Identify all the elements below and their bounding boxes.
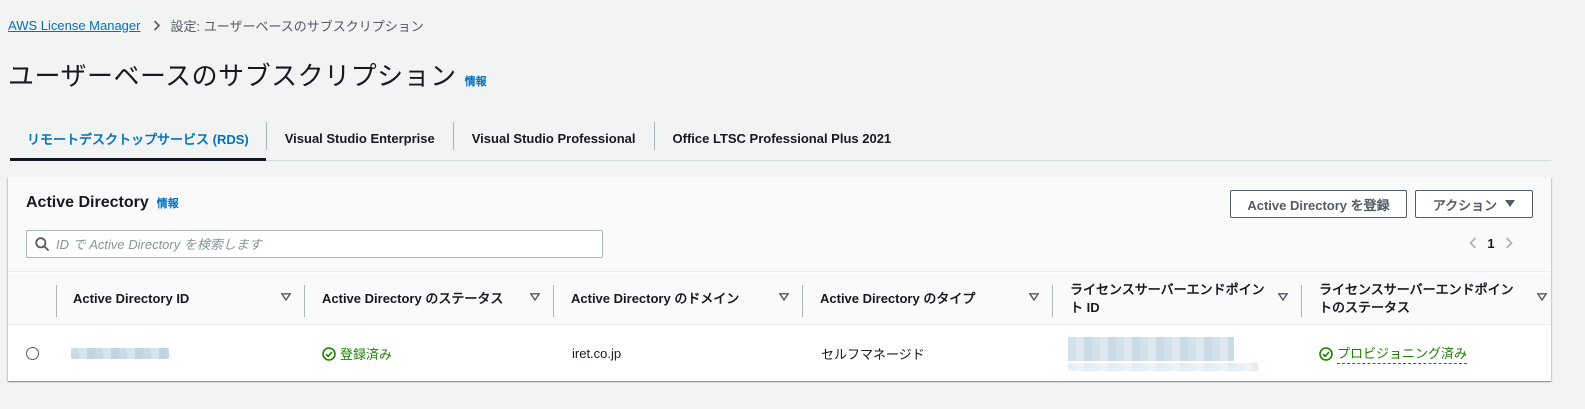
column-header-ad-domain[interactable]: Active Directory のドメイン: [571, 273, 803, 325]
page-header: ユーザーベースのサブスクリプション 情報: [8, 56, 487, 93]
row-select-cell: [26, 326, 39, 381]
column-header-endpoint-id[interactable]: ライセンスサーバーエンドポイント ID: [1070, 273, 1302, 325]
column-header-endpoint-status[interactable]: ライセンスサーバーエンドポイントのステータス: [1319, 273, 1551, 325]
check-circle-icon: [1319, 346, 1333, 361]
redacted-endpoint-id-line: [1068, 362, 1258, 371]
ad-status-cell: 登録済み: [322, 326, 392, 381]
panel-title-row: Active Directory 情報: [26, 194, 179, 212]
ad-id-cell: [71, 326, 169, 381]
row-radio-button[interactable]: [26, 347, 39, 360]
sort-icon[interactable]: [1537, 293, 1547, 301]
column-header-ad-type[interactable]: Active Directory のタイプ: [820, 273, 1053, 325]
sort-icon[interactable]: [779, 293, 789, 301]
breadcrumb: AWS License Manager 設定: ユーザーベースのサブスクリプショ…: [8, 16, 424, 34]
chevron-right-icon[interactable]: [1501, 237, 1517, 249]
tab-vs-professional[interactable]: Visual Studio Professional: [454, 117, 654, 160]
table-row[interactable]: 登録済み iret.co.jp セルフマネージド プロビジョニング済み: [8, 326, 1551, 381]
column-divider: [1052, 285, 1053, 317]
sort-icon[interactable]: [281, 293, 291, 301]
column-divider: [304, 285, 305, 317]
pagination: 1: [1465, 233, 1517, 253]
endpoint-status-text: プロビジョニング済み: [1337, 343, 1468, 364]
column-header-ad-id[interactable]: Active Directory ID: [73, 273, 305, 325]
actions-dropdown-button[interactable]: アクション: [1415, 190, 1533, 218]
check-circle-icon: [322, 346, 336, 361]
page-info-link[interactable]: 情報: [465, 73, 487, 89]
panel-title: Active Directory: [26, 194, 149, 211]
page-title: ユーザーベースのサブスクリプション: [8, 61, 457, 91]
sort-icon[interactable]: [530, 293, 540, 301]
tab-vs-enterprise[interactable]: Visual Studio Enterprise: [267, 117, 453, 160]
register-active-directory-button[interactable]: Active Directory を登録: [1230, 190, 1407, 218]
table-header: Active Directory ID Active Directory のステ…: [8, 273, 1551, 325]
tab-office-ltsc[interactable]: Office LTSC Professional Plus 2021: [655, 117, 910, 160]
search-icon: [35, 237, 49, 251]
sort-icon[interactable]: [1029, 293, 1039, 301]
endpoint-status-cell: プロビジョニング済み: [1319, 326, 1468, 381]
ad-domain-cell: iret.co.jp: [572, 346, 622, 361]
active-directory-panel: Active Directory 情報 Active Directory を登録…: [8, 177, 1551, 381]
search-field: [26, 230, 603, 258]
page-number[interactable]: 1: [1481, 236, 1501, 251]
breadcrumb-current: 設定: ユーザーベースのサブスクリプション: [170, 18, 424, 34]
tab-bar: リモートデスクトップサービス (RDS) Visual Studio Enter…: [10, 117, 1551, 161]
ad-status: 登録済み: [322, 344, 392, 363]
column-divider: [1301, 285, 1302, 317]
endpoint-id-cell: [1068, 326, 1258, 381]
ad-status-text: 登録済み: [340, 347, 393, 362]
chevron-right-icon: [153, 19, 161, 31]
column-header-ad-status[interactable]: Active Directory のステータス: [322, 273, 554, 325]
endpoint-status[interactable]: プロビジョニング済み: [1319, 343, 1468, 364]
search-input[interactable]: [56, 236, 576, 252]
sort-icon[interactable]: [1278, 293, 1288, 301]
redacted-ad-id: [71, 348, 169, 359]
panel-info-link[interactable]: 情報: [157, 195, 179, 211]
column-divider: [56, 285, 57, 317]
breadcrumb-root-link[interactable]: AWS License Manager: [8, 18, 140, 33]
chevron-left-icon[interactable]: [1465, 237, 1481, 249]
redacted-endpoint-id: [1068, 336, 1234, 361]
column-divider: [553, 285, 554, 317]
panel-header: Active Directory 情報 Active Directory を登録…: [8, 177, 1551, 272]
actions-button-label: アクション: [1432, 197, 1498, 213]
column-divider: [802, 285, 803, 317]
ad-type-cell: セルフマネージド: [821, 347, 925, 362]
tab-rds[interactable]: リモートデスクトップサービス (RDS): [10, 117, 266, 161]
caret-down-icon: [1505, 200, 1516, 208]
